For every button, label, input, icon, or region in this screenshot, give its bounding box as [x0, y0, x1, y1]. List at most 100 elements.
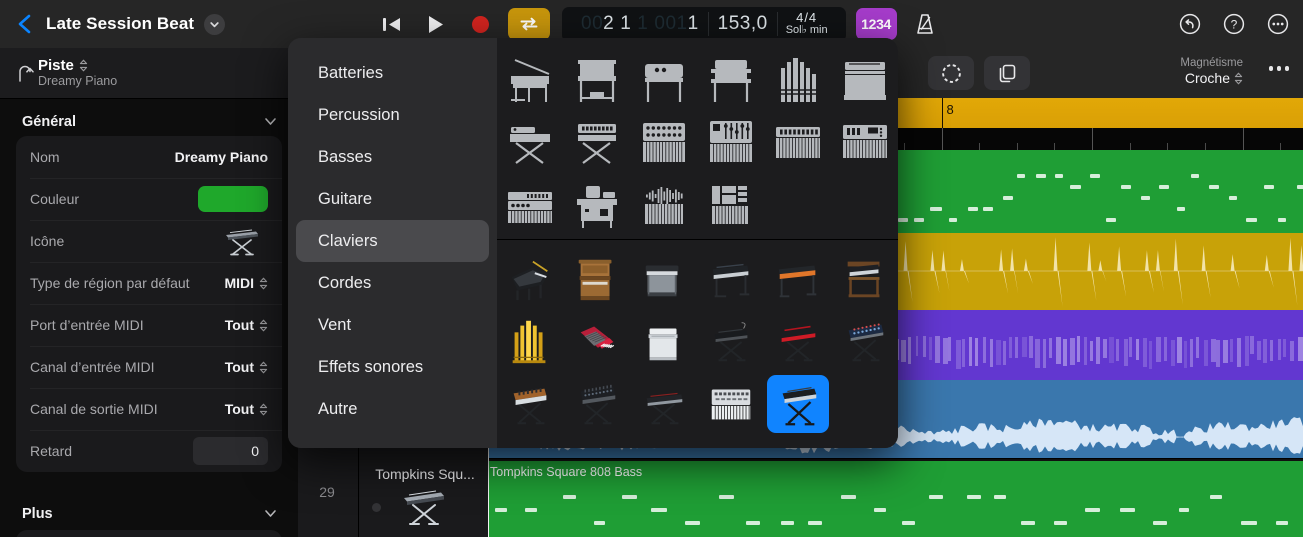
digital-piano-icon[interactable]: [631, 246, 698, 309]
black-grand-piano-icon[interactable]: [497, 246, 564, 309]
grand-piano-icon[interactable]: [497, 48, 564, 111]
rack-synth-icon[interactable]: [497, 174, 564, 237]
computer-keyboard-icon[interactable]: [564, 174, 631, 237]
snap-value-group[interactable]: Croche: [1180, 70, 1243, 87]
monochrome-icon-grid[interactable]: [497, 48, 898, 237]
ruler-tick: [1167, 143, 1168, 150]
icon-category-cordes[interactable]: Cordes: [296, 262, 489, 304]
lcd-display[interactable]: 00 2 1 1 001 1 153,0 4/4 Sol♭ min: [562, 6, 846, 42]
cycle-button[interactable]: [508, 8, 550, 40]
field-row-port-entree-midi[interactable]: Port d’entrée MIDI Tout: [16, 304, 282, 346]
snap-label: Magnétisme: [1180, 57, 1243, 69]
wood-upright-piano-icon[interactable]: [564, 246, 631, 309]
help-icon[interactable]: ?: [1223, 13, 1245, 35]
more-options-icon[interactable]: [1268, 66, 1289, 71]
keyboard-stand-icon[interactable]: [497, 111, 564, 174]
icon-category-autre[interactable]: Autre: [296, 388, 489, 430]
ruler-tick: [979, 143, 980, 150]
stage-keyboard-icon[interactable]: [214, 226, 268, 256]
console-piano-icon[interactable]: [698, 48, 765, 111]
field-value-group[interactable]: Tout: [225, 359, 268, 375]
count-in-button[interactable]: 1234: [855, 8, 897, 40]
chevron-down-icon[interactable]: [263, 506, 278, 526]
synth-stand-icon[interactable]: [564, 111, 631, 174]
icon-category-batteries[interactable]: Batteries: [296, 52, 489, 94]
icon-category-list[interactable]: Batteries Percussion Basses Guitare Claviers…: [288, 38, 497, 448]
field-row-retard[interactable]: Retard 0: [16, 430, 282, 472]
icon-category-vent[interactable]: Vent: [296, 304, 489, 346]
retard-input[interactable]: 0: [193, 437, 268, 465]
clavinet-icon[interactable]: [831, 48, 898, 111]
wood-organ-icon[interactable]: [831, 246, 898, 309]
upright-piano-icon[interactable]: [564, 48, 631, 111]
selected-stage-keyboard-icon[interactable]: [764, 372, 831, 435]
drum-machine-keys-icon[interactable]: [631, 111, 698, 174]
track-status-dot[interactable]: [372, 503, 381, 512]
field-value-group[interactable]: Tout: [225, 317, 268, 333]
chevron-down-icon[interactable]: [263, 114, 278, 134]
snap-control[interactable]: Magnétisme Croche: [1180, 56, 1243, 87]
more-icon[interactable]: [1267, 13, 1289, 35]
field-row-canal-entree-midi[interactable]: Canal d’entrée MIDI Tout: [16, 346, 282, 388]
ruler-bar-8[interactable]: 8: [941, 98, 1094, 128]
marquee-select-icon[interactable]: [928, 56, 974, 90]
icon-picker-popover[interactable]: Batteries Percussion Basses Guitare Claviers…: [288, 38, 898, 448]
white-spinet-icon[interactable]: [631, 309, 698, 372]
white-vintage-synth-icon[interactable]: [698, 372, 765, 435]
waveform-keys-icon[interactable]: [631, 174, 698, 237]
lcd-position[interactable]: 00 2 1 1 001 1: [572, 13, 708, 35]
record-button[interactable]: [458, 7, 502, 41]
color-icon-grid[interactable]: [497, 246, 898, 435]
red-accordion-icon[interactable]: [564, 309, 631, 372]
section-title-general: Général: [22, 114, 76, 130]
modular-synth-icon[interactable]: [698, 111, 765, 174]
field-row-type-region[interactable]: Type de région par défaut MIDI: [16, 262, 282, 304]
stage-keyboard-icon[interactable]: [394, 486, 452, 531]
icon-category-percussion[interactable]: Percussion: [296, 94, 489, 136]
icon-category-effets-sonores[interactable]: Effets sonores: [296, 346, 489, 388]
field-value-group[interactable]: MIDI: [224, 275, 268, 291]
black-stage-keys-icon[interactable]: [698, 309, 765, 372]
midi-note: [1203, 339, 1209, 367]
metronome-button[interactable]: [905, 8, 945, 40]
workstation-synth-icon[interactable]: [831, 111, 898, 174]
stage-piano-icon[interactable]: [698, 246, 765, 309]
black-modular-icon[interactable]: [564, 372, 631, 435]
lcd-tempo[interactable]: 153,0: [709, 13, 777, 35]
midi-note: [1022, 336, 1027, 357]
sampler-keys-icon[interactable]: [698, 174, 765, 237]
slim-keyboard-icon[interactable]: [631, 372, 698, 435]
track-header-29[interactable]: 29 Tompkins Squ...: [298, 447, 488, 537]
icon-grid[interactable]: [497, 38, 898, 448]
field-row-nom[interactable]: Nom Dreamy Piano: [16, 136, 282, 178]
color-swatch[interactable]: [198, 186, 268, 212]
midi-note: [1083, 337, 1087, 365]
blue-modular-icon[interactable]: [831, 309, 898, 372]
inspector-title-row[interactable]: Piste: [38, 57, 286, 75]
midi-controller-icon[interactable]: [764, 111, 831, 174]
electric-piano-icon[interactable]: [631, 48, 698, 111]
play-button[interactable]: [414, 7, 458, 41]
gold-pipe-organ-icon[interactable]: [497, 309, 564, 372]
up-arrow-icon[interactable]: [12, 63, 38, 83]
midi-note: [622, 495, 638, 499]
icon-category-claviers[interactable]: Claviers: [296, 220, 489, 262]
icon-category-basses[interactable]: Basses: [296, 136, 489, 178]
rewind-button[interactable]: [370, 7, 414, 41]
field-row-icone[interactable]: Icône: [16, 220, 282, 262]
icon-category-guitare[interactable]: Guitare: [296, 178, 489, 220]
field-row-canal-sortie-midi[interactable]: Canal de sortie MIDI Tout: [16, 388, 282, 430]
orange-console-icon[interactable]: [764, 246, 831, 309]
duplicate-icon[interactable]: [984, 56, 1030, 90]
wood-synth-icon[interactable]: [497, 372, 564, 435]
chevron-down-icon[interactable]: [204, 13, 226, 35]
lcd-signature-key[interactable]: 4/4 Sol♭ min: [778, 11, 836, 36]
pipe-organ-icon[interactable]: [764, 48, 831, 111]
back-chevron-icon[interactable]: [14, 13, 36, 35]
field-row-couleur[interactable]: Couleur: [16, 178, 282, 220]
field-label: Port d’entrée MIDI: [30, 317, 144, 333]
icon-category-label: Guitare: [318, 189, 373, 208]
undo-icon[interactable]: [1179, 13, 1201, 35]
red-stage-piano-icon[interactable]: [764, 309, 831, 372]
field-value-group[interactable]: Tout: [225, 401, 268, 417]
